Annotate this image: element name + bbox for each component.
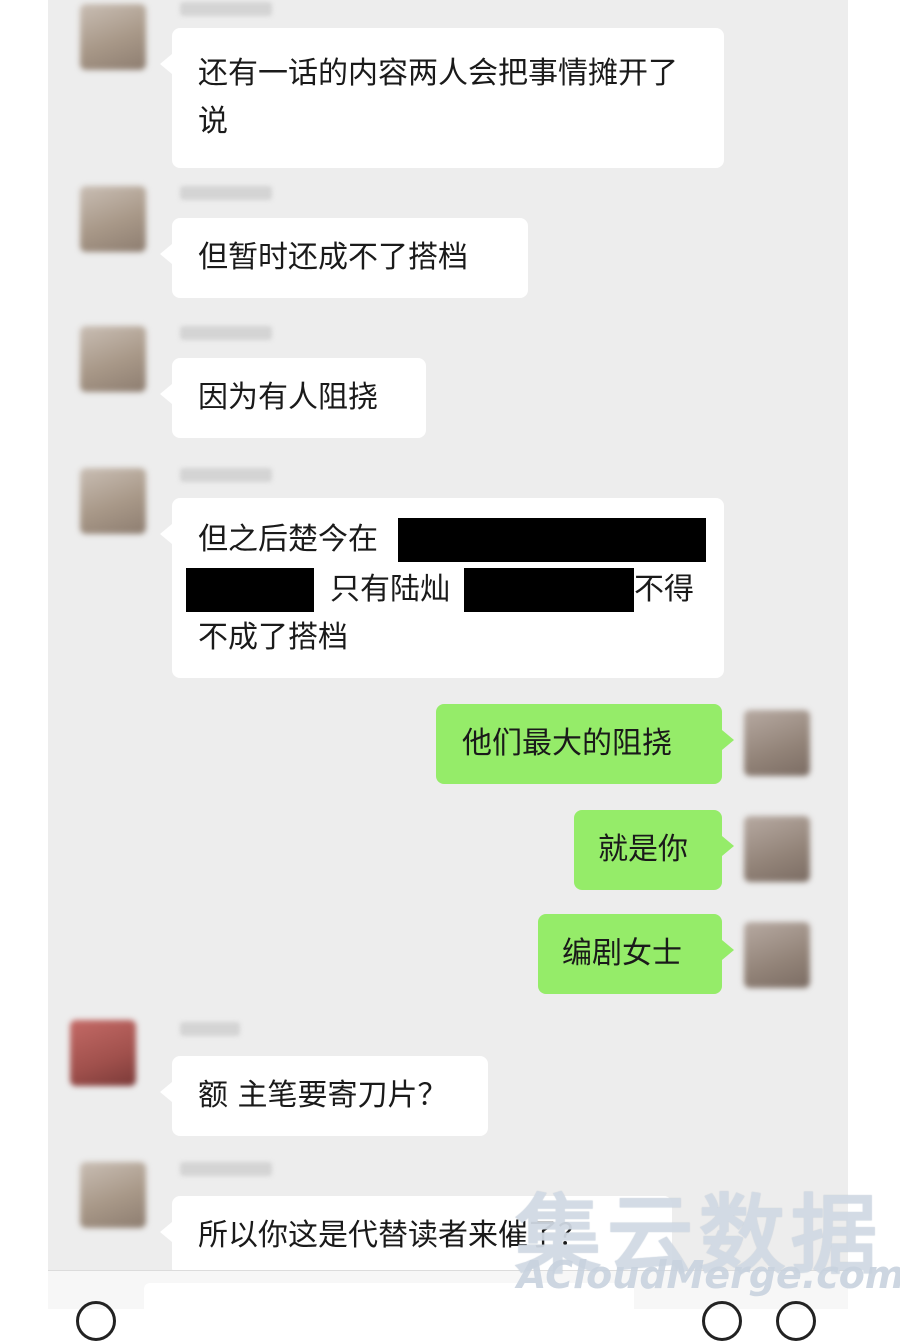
avatar[interactable] (80, 4, 146, 70)
message-text: 就是你 (598, 832, 688, 867)
emoji-icon[interactable] (702, 1301, 742, 1341)
nickname-blurred (180, 1022, 240, 1036)
message-text: 但暂时还成不了搭档 (198, 240, 468, 275)
avatar[interactable] (744, 816, 810, 882)
message-bubble[interactable]: 因为有人阻挠 (160, 358, 426, 438)
chat-input-bar (48, 1270, 848, 1341)
message-input[interactable] (144, 1283, 634, 1323)
message-text: 还有一话的内容两人会把事情摊开了说 (198, 56, 678, 139)
avatar[interactable] (80, 186, 146, 252)
avatar[interactable] (80, 468, 146, 534)
message-bubble[interactable]: 但暂时还成不了搭档 (160, 218, 528, 298)
avatar[interactable] (744, 922, 810, 988)
message-text-line2a: 只有陆灿 (330, 572, 450, 607)
voice-icon[interactable] (76, 1301, 116, 1341)
add-icon[interactable] (776, 1301, 816, 1341)
message-text: 因为有人阻挠 (198, 380, 378, 415)
avatar[interactable] (744, 710, 810, 776)
message-text: 编剧女士 (562, 936, 682, 971)
message-text-line2b: 不得 (634, 572, 694, 607)
message-bubble[interactable]: 额 主笔要寄刀片？ (160, 1056, 488, 1136)
message-bubble[interactable]: 编剧女士 (538, 914, 734, 994)
message-text-line1: 但之后楚今在 (198, 522, 378, 557)
message-bubble[interactable]: 所以你这是代替读者来催了？ (160, 1196, 672, 1270)
redaction-bar (464, 568, 634, 612)
nickname-blurred (180, 1162, 272, 1176)
message-text-line3: 不成了搭档 (198, 620, 348, 655)
message-text: 额 主笔要寄刀片？ (198, 1078, 448, 1113)
message-text: 所以你这是代替读者来催了？ (198, 1218, 588, 1253)
nickname-blurred (180, 326, 272, 340)
message-bubble[interactable]: 他们最大的阻挠 (436, 704, 734, 784)
message-bubble[interactable]: 就是你 (574, 810, 734, 890)
nickname-blurred (180, 468, 272, 482)
nickname-blurred (180, 186, 272, 200)
redaction-bar (398, 518, 706, 562)
nickname-blurred (180, 2, 272, 16)
avatar[interactable] (70, 1020, 136, 1086)
redaction-bar (186, 568, 314, 612)
message-bubble[interactable]: 但之后楚今在 只有陆灿 不得 不成了搭档 (160, 498, 724, 678)
message-text: 他们最大的阻挠 (462, 726, 672, 761)
avatar[interactable] (80, 1162, 146, 1228)
message-bubble[interactable]: 还有一话的内容两人会把事情摊开了说 (160, 28, 724, 168)
chat-area[interactable]: 还有一话的内容两人会把事情摊开了说 但暂时还成不了搭档 因为有人阻挠 但之后楚今… (48, 0, 848, 1270)
avatar[interactable] (80, 326, 146, 392)
